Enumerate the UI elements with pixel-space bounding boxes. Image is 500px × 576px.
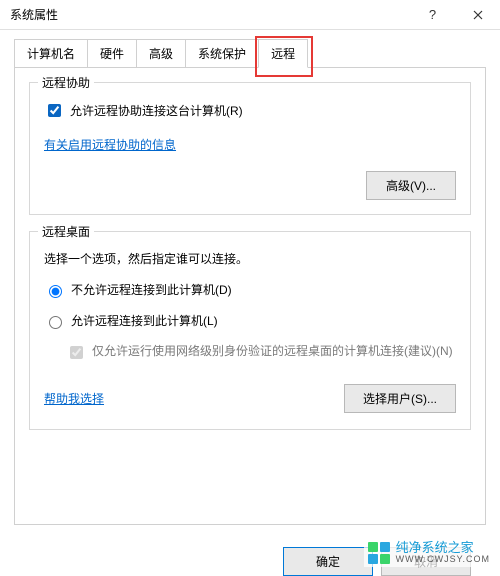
title-controls: ? [410,0,500,30]
nla-label: 仅允许运行使用网络级别身份验证的远程桌面的计算机连接(建议)(N) [92,343,453,359]
help-button[interactable]: ? [410,0,455,30]
remote-desktop-group: 远程桌面 选择一个选项，然后指定谁可以连接。 不允许远程连接到此计算机(D) 允… [29,231,471,430]
remote-desktop-title: 远程桌面 [38,223,94,240]
ok-button[interactable]: 确定 [283,547,373,576]
allow-remote-assist-label: 允许远程协助连接这台计算机(R) [70,102,243,119]
nla-checkbox [70,346,83,359]
disallow-remote-row[interactable]: 不允许远程连接到此计算机(D) [44,281,456,298]
content: 计算机名硬件高级系统保护远程 远程协助 允许远程协助连接这台计算机(R) 有关启… [0,30,500,535]
close-button[interactable] [455,0,500,30]
close-icon [473,10,483,20]
tab-body-remote: 远程协助 允许远程协助连接这台计算机(R) 有关启用远程协助的信息 高级(V).… [14,67,486,525]
disallow-remote-label: 不允许远程连接到此计算机(D) [71,281,232,298]
tab-1[interactable]: 硬件 [87,39,137,68]
nla-row: 仅允许运行使用网络级别身份验证的远程桌面的计算机连接(建议)(N) [66,343,456,362]
tab-2[interactable]: 高级 [136,39,186,68]
watermark-url: WWW.CWJSY.COM [396,555,490,565]
window-title: 系统属性 [10,6,58,23]
titlebar: 系统属性 ? [0,0,500,30]
remote-desktop-desc: 选择一个选项，然后指定谁可以连接。 [44,250,456,267]
allow-remote-radio[interactable] [49,316,62,329]
tab-4[interactable]: 远程 [258,39,308,68]
help-choose-link[interactable]: 帮助我选择 [44,390,104,407]
allow-remote-assist-row[interactable]: 允许远程协助连接这台计算机(R) [44,101,456,120]
allow-remote-assist-checkbox[interactable] [48,104,61,117]
remote-assist-group: 远程协助 允许远程协助连接这台计算机(R) 有关启用远程协助的信息 高级(V).… [29,82,471,215]
watermark-title: 纯净系统之家 [396,541,490,555]
remote-assist-info-link[interactable]: 有关启用远程协助的信息 [44,136,176,153]
allow-remote-row[interactable]: 允许远程连接到此计算机(L) [44,312,456,329]
remote-assist-advanced-button[interactable]: 高级(V)... [366,171,456,200]
disallow-remote-radio[interactable] [49,285,62,298]
tab-strip: 计算机名硬件高级系统保护远程 [14,38,486,67]
tab-3[interactable]: 系统保护 [185,39,259,68]
watermark: 纯净系统之家 WWW.CWJSY.COM [364,539,494,567]
select-users-button[interactable]: 选择用户(S)... [344,384,456,413]
watermark-logo-icon [368,542,390,564]
remote-assist-title: 远程协助 [38,74,94,91]
tab-0[interactable]: 计算机名 [14,39,88,68]
allow-remote-label: 允许远程连接到此计算机(L) [71,312,218,329]
